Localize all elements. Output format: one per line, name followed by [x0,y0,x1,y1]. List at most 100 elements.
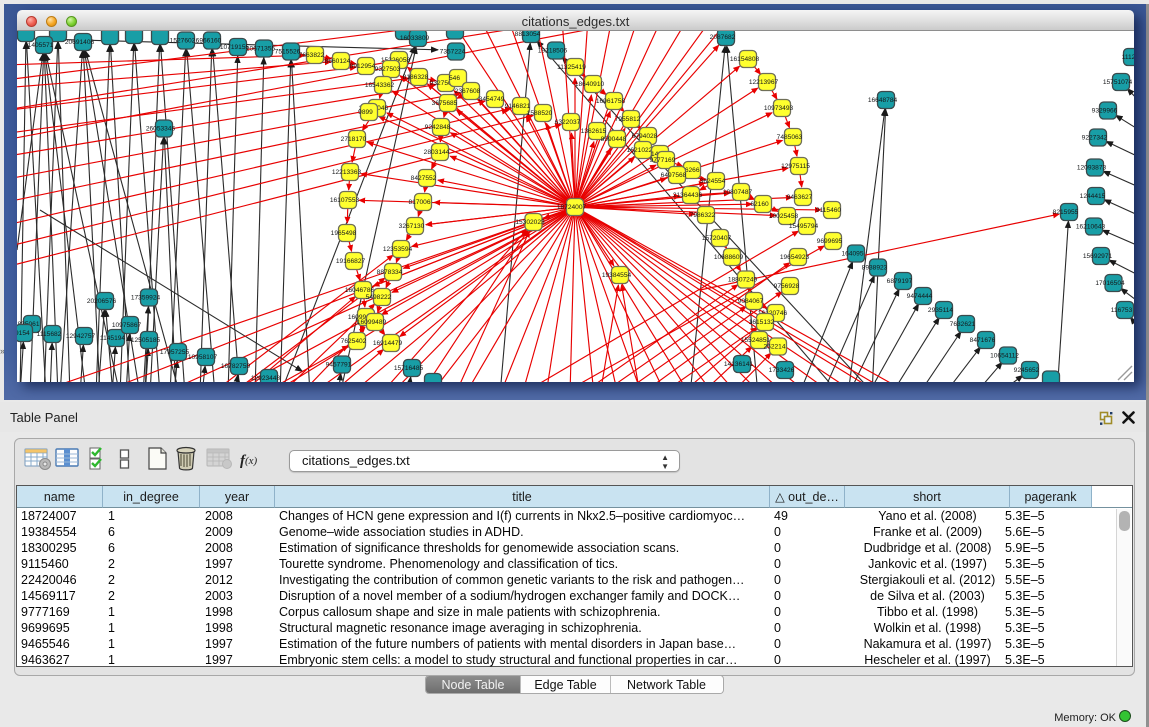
svg-text:9329966: 9329966 [1092,108,1118,115]
svg-text:9327503: 9327503 [375,66,401,73]
svg-text:9457791: 9457791 [326,362,352,369]
svg-text:10671355: 10671355 [246,46,276,53]
svg-text:8186328: 8186328 [403,74,429,81]
svg-text:6322037: 6322037 [555,119,581,126]
svg-text:9777169: 9777169 [650,157,676,164]
svg-text:16648784: 16648784 [868,97,898,104]
svg-text:20206576: 20206576 [87,298,117,305]
svg-text:1405571: 1405571 [28,42,54,49]
svg-text:10688609: 10688609 [714,254,744,261]
svg-text:10973493: 10973493 [764,105,794,112]
svg-text:16210643: 16210643 [1076,224,1106,231]
svg-text:10975867: 10975867 [112,322,142,329]
svg-text:39154: 39154 [17,330,30,337]
svg-text:5498222: 5498222 [366,294,392,301]
svg-text:9474444: 9474444 [907,293,933,300]
svg-text:7625402: 7625402 [341,338,367,345]
svg-text:8454749: 8454749 [479,96,505,103]
svg-text:16107553: 16107553 [330,197,360,204]
svg-text:10958107: 10958107 [188,354,218,361]
svg-text:252214: 252214 [763,344,785,351]
svg-text:16099489: 16099489 [357,319,387,326]
svg-text:7986322: 7986322 [690,212,716,219]
svg-text:1965498: 1965498 [331,230,357,237]
svg-text:6794028: 6794028 [632,133,658,140]
svg-text:9084067: 9084067 [738,298,764,305]
svg-text:14136141: 14136141 [724,361,754,368]
svg-text:(x): (x) [245,455,258,467]
svg-text:7485063: 7485063 [777,134,803,141]
svg-text:18724007: 18724007 [557,204,587,211]
svg-text:17957255: 17957255 [160,349,190,356]
svg-text:1588520: 1588520 [527,110,553,117]
svg-text:9227342: 9227342 [1082,135,1108,142]
svg-text:9699695: 9699695 [817,238,843,245]
svg-text:1362615: 1362615 [581,128,607,135]
svg-text:2087682: 2087682 [710,34,736,41]
svg-text:2935114: 2935114 [928,307,954,314]
svg-text:6966160: 6966160 [196,38,222,45]
svg-text:7515526: 7515526 [275,49,301,56]
svg-text:16782759: 16782759 [221,363,251,370]
svg-text:1115682: 1115682 [37,331,62,338]
svg-text:1733426: 1733426 [769,367,795,374]
svg-text:1615132: 1615132 [749,319,775,326]
svg-text:9756928: 9756928 [774,283,800,290]
svg-text:16154808: 16154808 [730,56,760,63]
svg-text:9115460: 9115460 [816,207,842,214]
svg-text:16961758: 16961758 [596,98,626,105]
svg-text:12213967: 12213967 [749,79,779,86]
svg-text:8938923: 8938923 [862,265,888,272]
svg-text:20691406: 20691406 [65,39,95,46]
svg-text:21364436: 21364436 [673,192,703,199]
svg-text:2718170: 2718170 [341,136,367,143]
svg-text:19218506: 19218506 [538,48,568,55]
svg-text:1621022: 1621022 [627,147,653,154]
svg-text:15692971: 15692971 [1083,253,1113,260]
svg-text:6497568: 6497568 [661,172,687,179]
svg-text:8912954: 8912954 [350,63,376,70]
svg-text:7663822: 7663822 [299,52,325,59]
svg-text:18807249: 18807249 [728,277,758,284]
svg-text:19166827: 19166827 [336,258,366,265]
svg-text:12093873: 12093873 [1077,165,1107,172]
svg-text:116753: 116753 [1111,307,1133,314]
svg-text:16543362: 16543362 [365,82,395,89]
svg-text:1145194: 1145194 [100,335,126,342]
svg-text:16914479: 16914479 [373,340,403,347]
svg-text:3624554: 3624554 [700,178,726,185]
svg-text:164095: 164095 [841,251,863,258]
svg-text:10025458: 10025458 [769,213,799,220]
svg-text:17359924: 17359924 [131,295,161,302]
svg-text:12923448: 12923448 [251,375,281,382]
svg-text:9245652: 9245652 [1014,367,1040,374]
svg-text:12942757: 12942757 [66,333,96,340]
svg-text:3675685: 3675685 [432,100,458,107]
svg-text:10654112: 10654112 [990,353,1019,360]
svg-text:7632621: 7632621 [950,321,976,328]
svg-text:1527602: 1527602 [170,38,196,45]
svg-text:15751074: 15751074 [1103,79,1133,86]
svg-text:8878334: 8878334 [377,269,403,276]
svg-text:19654923: 19654923 [780,254,810,261]
svg-text:7955812: 7955812 [615,116,641,123]
svg-text:817006: 817006 [408,199,430,206]
svg-text:16046786: 16046786 [345,287,375,294]
svg-text:26053346: 26053346 [146,126,176,133]
svg-text:12505185: 12505185 [131,337,161,344]
svg-text:11325419: 11325419 [557,64,586,71]
svg-text:6879197: 6879197 [887,278,913,285]
svg-text:8990448: 8990448 [601,136,627,143]
svg-text:17016504: 17016504 [1095,280,1125,287]
svg-text:8471676: 8471676 [970,337,996,344]
svg-text:546: 546 [449,75,460,82]
svg-text:8660124: 8660124 [325,58,351,65]
svg-text:9463627: 9463627 [787,194,813,201]
svg-text:3267130: 3267130 [399,223,425,230]
svg-text:12213363: 12213363 [332,169,362,176]
svg-text:12975115: 12975115 [781,163,810,170]
svg-text:2367608: 2367608 [455,88,481,95]
svg-text:1112: 1112 [1122,54,1134,61]
svg-text:10807487: 10807487 [723,189,753,196]
svg-text:15495794: 15495794 [789,223,819,230]
